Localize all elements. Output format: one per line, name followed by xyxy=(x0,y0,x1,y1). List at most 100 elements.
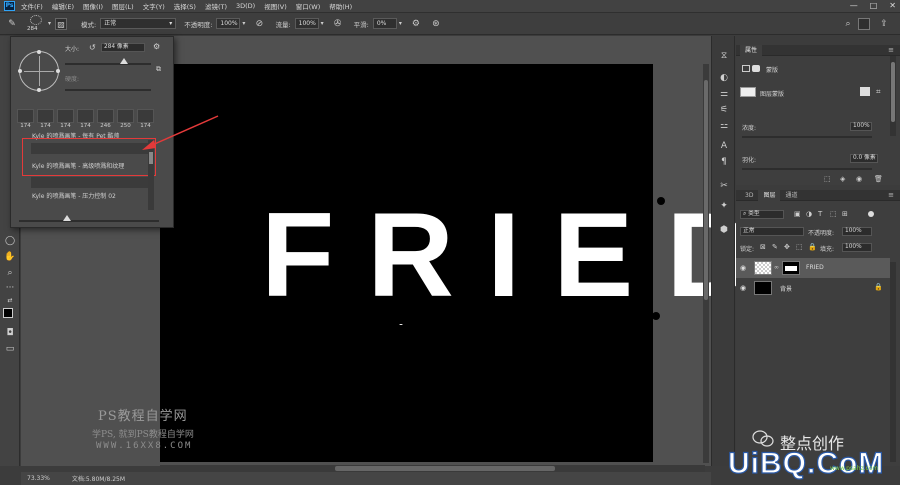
layer-name[interactable]: FRIED xyxy=(806,264,824,271)
tools-icon[interactable]: ✂ xyxy=(718,180,730,192)
layer-mask-thumbnail[interactable] xyxy=(782,261,800,275)
brush-angle-roundness-widget[interactable] xyxy=(18,50,60,92)
preset-stroke-preview[interactable] xyxy=(31,177,153,188)
visibility-icon[interactable]: ◉ xyxy=(856,175,862,183)
zoom-tool-icon[interactable]: ⌕ xyxy=(4,268,16,279)
tab-properties[interactable]: 属性 xyxy=(740,44,763,56)
chevron-down-icon[interactable]: ▾ xyxy=(242,20,245,27)
symmetry-icon[interactable]: ⊛ xyxy=(430,18,442,30)
menu-image[interactable]: 图像(I) xyxy=(83,1,103,11)
lock-transparency-icon[interactable]: ⊠ xyxy=(760,243,766,251)
trash-icon[interactable]: 🗑 xyxy=(874,175,883,183)
3d-icon[interactable]: ⬢ xyxy=(718,224,730,236)
smoothing-input[interactable]: 0% xyxy=(372,18,397,29)
gear-icon[interactable]: ⚙ xyxy=(410,18,422,30)
layer-name[interactable]: 背景 xyxy=(780,284,792,293)
paragraph-icon[interactable]: ¶ xyxy=(718,156,730,168)
brush-tool-icon[interactable]: ✎ xyxy=(6,18,18,30)
swap-colors-icon[interactable]: ⇄ xyxy=(4,295,16,306)
fill-input[interactable]: 100% xyxy=(842,243,872,252)
menu-view[interactable]: 视图(V) xyxy=(264,1,287,11)
vertical-scrollbar-thumb[interactable] xyxy=(704,80,708,300)
ellipse-icon[interactable]: ◯ xyxy=(4,236,16,247)
character-icon[interactable]: A xyxy=(718,140,730,152)
layers-scrollbar[interactable] xyxy=(890,262,896,462)
menu-edit[interactable]: 编辑(E) xyxy=(52,1,74,11)
eye-icon[interactable]: ◉ xyxy=(740,264,746,272)
tab-layers[interactable]: 图层 xyxy=(758,189,781,201)
menu-file[interactable]: 文件(F) xyxy=(21,1,43,11)
brush-icon[interactable]: ✦ xyxy=(718,200,730,212)
brush-thumbnail[interactable] xyxy=(17,109,34,123)
layer-row-background[interactable]: ◉ 背景 🔒 xyxy=(736,278,890,298)
lock-position-icon[interactable]: ✥ xyxy=(784,243,790,251)
zoom-level[interactable]: 73.33% xyxy=(27,475,50,482)
horizontal-scrollbar-thumb[interactable] xyxy=(335,466,555,471)
quick-mask-icon[interactable]: ◘ xyxy=(4,328,16,339)
chevron-down-icon[interactable]: ▾ xyxy=(321,20,324,27)
feather-input[interactable]: 0.0 像素 xyxy=(850,154,878,163)
eye-icon[interactable]: ◉ xyxy=(740,284,746,292)
filter-pixel-icon[interactable]: ▣ xyxy=(794,210,801,218)
brush-thumbnail[interactable] xyxy=(77,109,94,123)
hardness-slider-track[interactable] xyxy=(65,89,151,91)
tab-channels[interactable]: 通道 xyxy=(780,190,802,201)
tab-3d[interactable]: 3D xyxy=(740,190,758,201)
brush-preset-picker[interactable]: 284 xyxy=(26,14,46,34)
filter-type-icon[interactable]: T xyxy=(818,210,822,218)
menu-help[interactable]: 帮助(H) xyxy=(329,1,352,11)
airbrush-icon[interactable]: ✇ xyxy=(332,18,344,30)
properties-icon[interactable]: ⚟ xyxy=(718,104,730,116)
brush-settings-icon[interactable]: ▨ xyxy=(55,17,68,30)
workspace-icon[interactable] xyxy=(858,17,870,30)
more-tools-icon[interactable]: ··· xyxy=(4,283,16,294)
lock-pixels-icon[interactable]: ✎ xyxy=(772,243,778,251)
minimize-button[interactable]: — xyxy=(850,1,858,10)
preview-slider-track[interactable] xyxy=(19,220,159,222)
layer-filter-select[interactable]: ⌕ 类型 xyxy=(740,210,784,219)
filter-shape-icon[interactable]: ⬚ xyxy=(830,210,837,218)
menu-filter[interactable]: 滤镜(T) xyxy=(205,1,227,11)
density-input[interactable]: 100% xyxy=(850,122,872,131)
size-slider-track[interactable] xyxy=(65,63,151,65)
pressure-opacity-icon[interactable]: ⊘ xyxy=(253,18,265,30)
feather-slider[interactable] xyxy=(742,168,872,170)
reset-icon[interactable]: ↺ xyxy=(89,43,96,52)
menu-window[interactable]: 窗口(W) xyxy=(296,1,321,11)
pixel-mask-icon[interactable] xyxy=(742,65,750,72)
search-icon[interactable]: ⌕ xyxy=(842,18,854,30)
link-icon[interactable]: ∞ xyxy=(774,264,779,271)
hand-tool-icon[interactable]: ✋ xyxy=(4,252,16,263)
menu-select[interactable]: 选择(S) xyxy=(174,1,196,11)
menu-layer[interactable]: 图层(L) xyxy=(112,1,134,11)
adjustments-icon[interactable]: ⚌ xyxy=(718,88,730,100)
document-info[interactable]: 文档:5.80M/8.25M xyxy=(72,474,125,483)
menu-type[interactable]: 文字(Y) xyxy=(143,1,165,11)
panel-menu-icon[interactable]: ≡ xyxy=(888,46,894,54)
flow-input[interactable]: 100% xyxy=(294,18,319,29)
chevron-down-icon[interactable]: ▾ xyxy=(399,20,402,27)
filter-toggle[interactable] xyxy=(868,211,874,217)
screen-mode-icon[interactable]: ▭ xyxy=(4,344,16,355)
menu-3d[interactable]: 3D(D) xyxy=(236,2,255,10)
blend-mode-select[interactable]: 正常 xyxy=(740,227,804,236)
preset-group-label[interactable]: Kyle 的喷溅画笔 - 压力控制 02 xyxy=(32,191,116,200)
swatches-icon[interactable]: ◐ xyxy=(718,72,730,84)
filter-smart-icon[interactable]: ⊞ xyxy=(842,210,848,218)
close-button[interactable]: ✕ xyxy=(889,1,896,10)
preview-slider-knob[interactable] xyxy=(63,215,71,221)
foreground-color-swatch[interactable] xyxy=(3,308,13,318)
opacity-input[interactable]: 100% xyxy=(216,18,241,29)
layer-opacity-input[interactable]: 100% xyxy=(842,227,872,236)
canvas[interactable]: FRIED xyxy=(160,64,753,462)
panel-menu-icon[interactable]: ≡ xyxy=(888,191,894,199)
new-preset-icon[interactable]: ⧉ xyxy=(156,65,161,74)
mode-select[interactable]: 正常 ▾ xyxy=(100,18,177,29)
lock-artboard-icon[interactable]: ⬚ xyxy=(796,243,803,251)
brush-thumbnail[interactable] xyxy=(37,109,54,123)
layer-row-fried[interactable]: ◉ ∞ FRIED xyxy=(736,258,890,278)
filter-adjust-icon[interactable]: ◑ xyxy=(806,210,812,218)
chevron-down-icon[interactable]: ▾ xyxy=(48,20,51,27)
gear-icon[interactable]: ⚙ xyxy=(153,42,160,51)
select-mask-icon[interactable] xyxy=(860,87,870,96)
